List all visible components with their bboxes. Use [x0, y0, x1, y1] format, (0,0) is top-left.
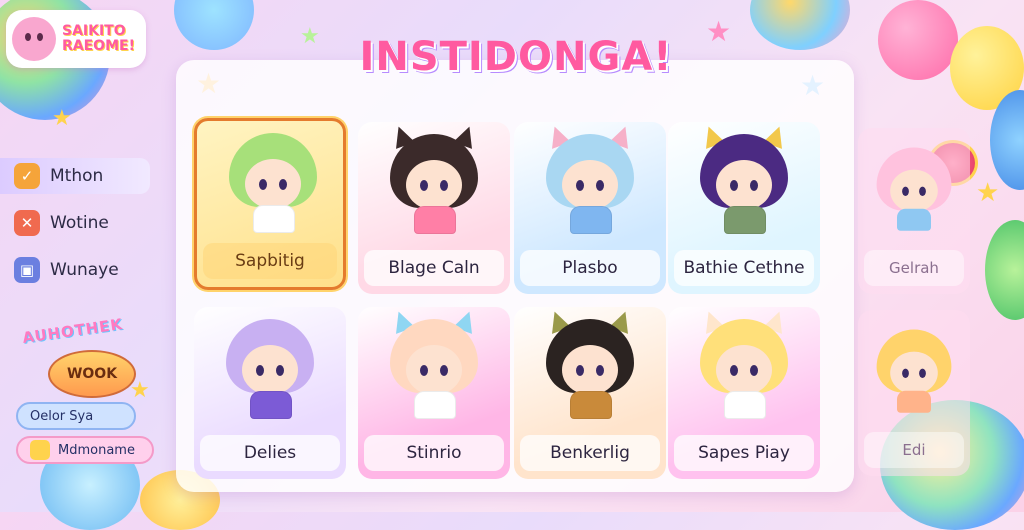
- sidebar-item-label: Mthon: [50, 166, 104, 186]
- logo-text: SAIKITO RAEOME!: [62, 23, 135, 54]
- sidebar-item-label: Wunaye: [50, 260, 119, 280]
- character-card[interactable]: Sapbitig: [194, 118, 346, 290]
- mononame-pill[interactable]: Mdmoname: [16, 436, 154, 464]
- character-card[interactable]: Plasbo: [514, 122, 666, 294]
- character-name: Stinrio: [364, 435, 504, 471]
- game-logo[interactable]: SAIKITO RAEOME!: [6, 10, 146, 68]
- character-avatar: [872, 329, 957, 415]
- character-name: Benkerlig: [520, 435, 660, 471]
- character-avatar: [694, 123, 794, 234]
- user-icon: [30, 440, 50, 460]
- character-name: Plasbo: [520, 250, 660, 286]
- character-avatar: [223, 133, 323, 233]
- kitty-face-icon: [12, 17, 56, 61]
- star-icon: ★: [300, 24, 320, 49]
- color-style-pill[interactable]: Oelor Sya: [16, 402, 136, 430]
- pill-label: Mdmoname: [58, 442, 135, 458]
- star-icon: ★: [52, 106, 72, 131]
- character-avatar: [384, 308, 484, 419]
- character-avatar: [384, 123, 484, 234]
- character-avatar: [540, 308, 640, 419]
- character-card[interactable]: Blage Caln: [358, 122, 510, 294]
- character-name: Edi: [864, 432, 964, 468]
- character-avatar: [220, 319, 320, 419]
- character-name: Sapes Piay: [674, 435, 814, 471]
- character-name: Blage Caln: [364, 250, 504, 286]
- character-avatar: [872, 147, 957, 233]
- check-icon: ✓: [14, 163, 40, 189]
- character-card[interactable]: Sapes Piay: [668, 307, 820, 479]
- character-card[interactable]: Delies: [194, 307, 346, 479]
- character-card-ghost[interactable]: Gelrah: [858, 128, 970, 294]
- star-icon: ★: [130, 378, 150, 403]
- balloon-decoration: [750, 0, 850, 50]
- character-avatar: [540, 123, 640, 234]
- character-name: Gelrah: [864, 250, 964, 286]
- balloon-decoration: [985, 220, 1024, 320]
- character-name: Sapbitig: [203, 243, 337, 279]
- sidebar-item-wunaye[interactable]: ▣ Wunaye: [0, 252, 119, 288]
- character-card-ghost[interactable]: Edi: [858, 310, 970, 476]
- wook-badge-button[interactable]: WOOK: [48, 350, 136, 398]
- badge-title: AUHOTHEK: [21, 315, 125, 347]
- sidebar-item-label: Wotine: [50, 213, 109, 233]
- balloon-decoration: [174, 0, 254, 50]
- character-name: Bathie Cethne: [674, 250, 814, 286]
- sidebar-item-mthon[interactable]: ✓ Mthon: [0, 158, 150, 194]
- character-name: Delies: [200, 435, 340, 471]
- close-icon: ✕: [14, 210, 40, 236]
- image-icon: ▣: [14, 257, 40, 283]
- star-icon: ★: [976, 178, 1000, 208]
- character-card[interactable]: Benkerlig: [514, 307, 666, 479]
- character-avatar: [694, 308, 794, 419]
- sidebar-item-wotine[interactable]: ✕ Wotine: [0, 205, 109, 241]
- character-card[interactable]: Bathie Cethne: [668, 122, 820, 294]
- character-card[interactable]: Stinrio: [358, 307, 510, 479]
- star-icon: ★: [706, 15, 732, 48]
- balloon-decoration: [878, 0, 958, 80]
- page-title: INSTIDONGA!: [359, 34, 673, 80]
